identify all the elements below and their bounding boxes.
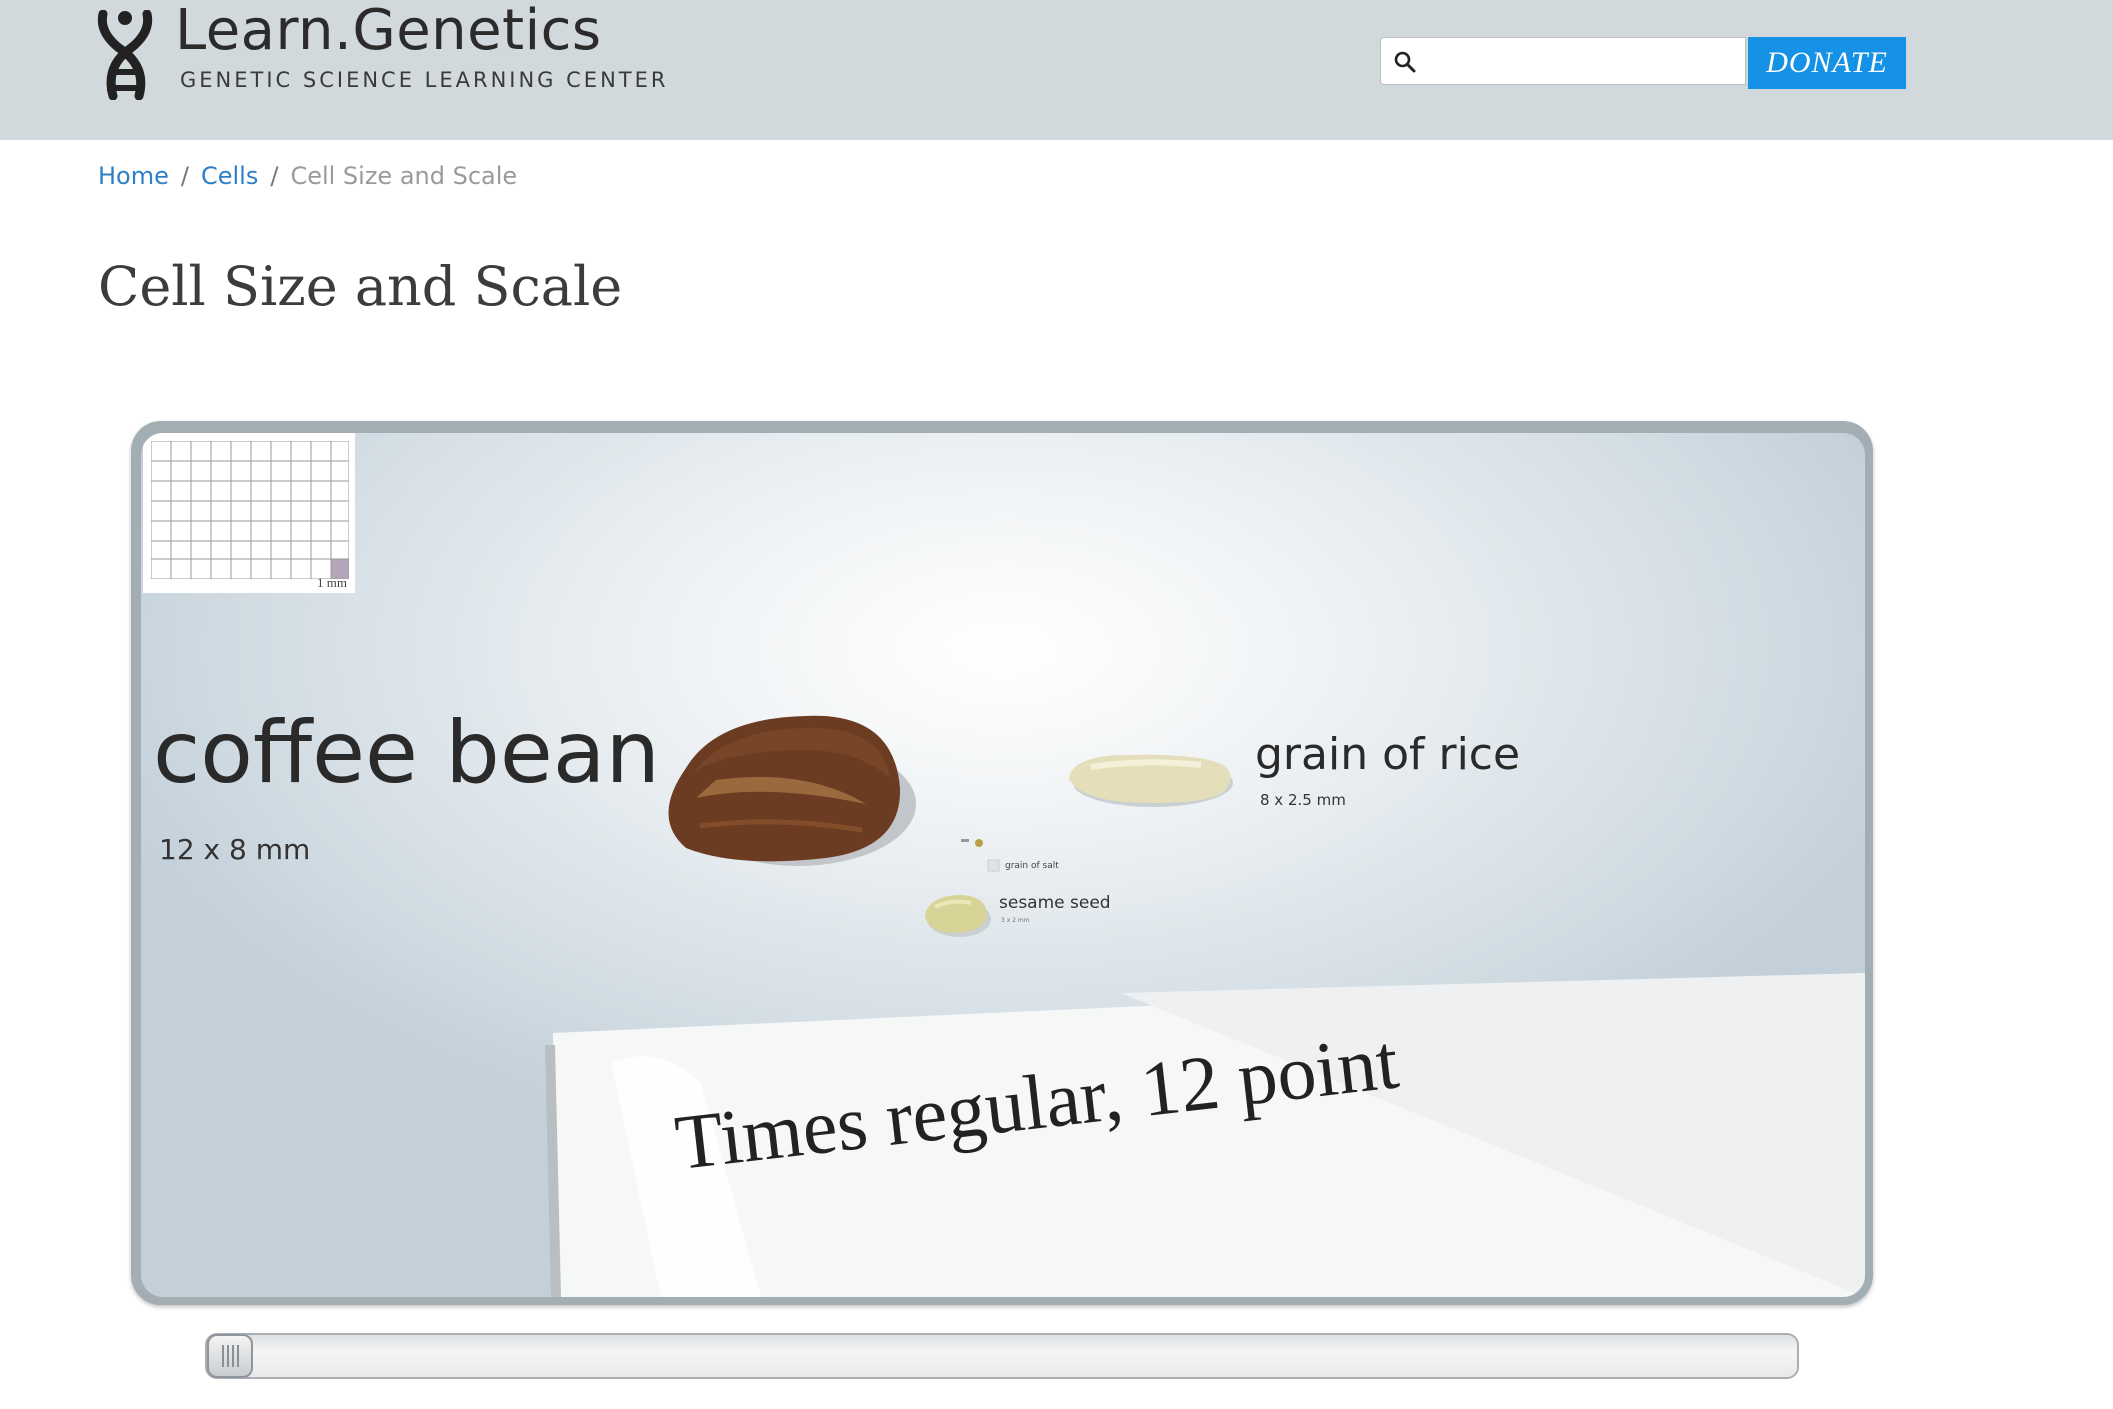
paper-sheet-illustration <box>545 973 1865 1297</box>
breadcrumb-home-link[interactable]: Home <box>98 162 169 190</box>
coffee-bean-illustration[interactable] <box>656 708 926 888</box>
rice-size: 8 x 2.5 mm <box>1260 791 1346 809</box>
rice-label: grain of rice <box>1255 729 1521 780</box>
breadcrumb-cells-link[interactable]: Cells <box>201 162 258 190</box>
grid-icon <box>151 441 349 579</box>
scale-viewer-canvas[interactable]: 1 mm coffee bean 12 x 8 mm grain of rice… <box>141 433 1865 1297</box>
mm-grid-reference: 1 mm <box>143 433 355 593</box>
page-title: Cell Size and Scale <box>98 255 623 318</box>
search-input[interactable] <box>1427 44 1731 80</box>
breadcrumb: Home / Cells / Cell Size and Scale <box>98 162 517 190</box>
dna-logo-icon[interactable] <box>95 10 157 100</box>
rice-grain-illustration[interactable] <box>1061 743 1241 813</box>
zoom-slider-track[interactable] <box>205 1333 1799 1379</box>
tiny-specimen-illustration[interactable] <box>959 833 989 853</box>
sesame-seed-illustration[interactable] <box>921 891 993 939</box>
coffee-bean-size: 12 x 8 mm <box>159 833 311 866</box>
paper-text-sample: Times regular, 12 point <box>670 1017 1403 1187</box>
breadcrumb-current: Cell Size and Scale <box>290 162 518 190</box>
grid-unit-label: 1 mm <box>317 575 347 590</box>
zoom-slider-handle[interactable] <box>207 1334 253 1378</box>
site-subtitle: GENETIC SCIENCE LEARNING CENTER <box>180 68 669 92</box>
site-title[interactable]: Learn.Genetics <box>175 0 602 63</box>
sesame-label: sesame seed <box>999 893 1111 913</box>
search-box[interactable] <box>1380 37 1746 85</box>
salt-label: grain of salt <box>1005 861 1059 871</box>
search-icon[interactable] <box>1393 50 1417 74</box>
salt-grain-illustration[interactable] <box>987 859 1001 873</box>
sesame-size: 3 x 2 mm <box>1001 917 1030 924</box>
donate-button[interactable]: DONATE <box>1748 37 1906 89</box>
coffee-bean-label: coffee bean <box>153 703 661 803</box>
breadcrumb-separator: / <box>180 162 189 190</box>
scale-viewer: 1 mm coffee bean 12 x 8 mm grain of rice… <box>131 421 1873 1305</box>
site-header: Learn.Genetics GENETIC SCIENCE LEARNING … <box>0 0 2113 140</box>
breadcrumb-separator: / <box>270 162 279 190</box>
